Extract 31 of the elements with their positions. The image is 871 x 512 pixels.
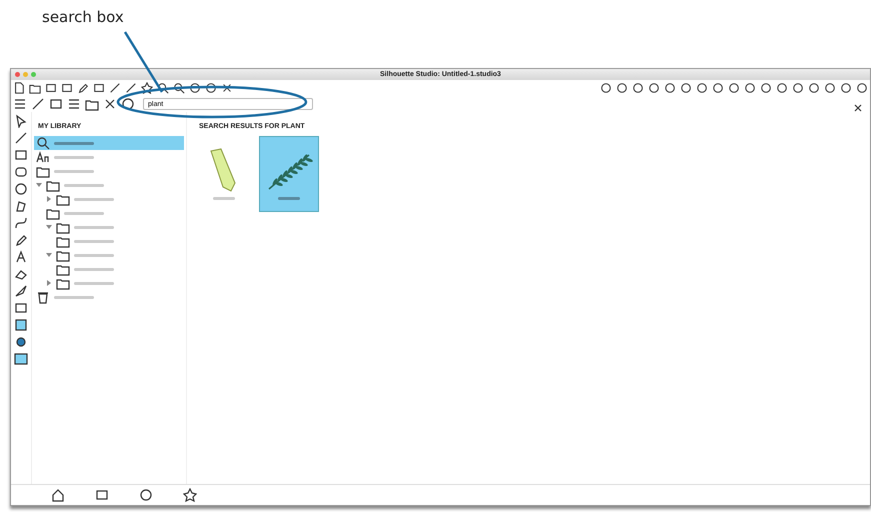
expand-arrow-icon[interactable] [46,196,52,202]
polygon-icon[interactable] [14,199,28,213]
trash-icon[interactable] [36,290,50,304]
line-icon[interactable] [14,131,28,145]
pencil-icon[interactable] [14,233,28,247]
new-document-icon[interactable] [13,82,25,94]
curve-icon[interactable] [14,216,28,230]
annotation-label: search box [42,8,124,26]
page-icon[interactable] [14,301,28,315]
collapse-arrow-icon[interactable] [46,252,52,258]
cursor-icon[interactable] [14,114,28,128]
leader-line [124,31,164,93]
edit-icon[interactable] [77,82,89,94]
expand-arrow-icon[interactable] [46,280,52,286]
result-thumbnail[interactable] [259,136,319,212]
open-folder-icon[interactable] [29,82,41,94]
close-icon[interactable] [103,97,117,111]
font-icon[interactable] [36,150,50,164]
circle-icon[interactable] [14,335,28,349]
search-icon[interactable] [36,136,50,150]
circle-icon[interactable] [189,82,201,94]
panel-icon[interactable] [14,352,28,366]
close-icon[interactable] [854,104,862,112]
rounded-rectangle-icon[interactable] [14,165,28,179]
list-icon[interactable] [67,97,81,111]
home-icon[interactable] [51,488,65,502]
ellipse-icon[interactable] [14,182,28,196]
knife-icon[interactable] [14,284,28,298]
collapse-arrow-icon[interactable] [46,224,52,230]
collapse-arrow-icon[interactable] [36,182,42,188]
close-icon[interactable] [221,82,233,94]
